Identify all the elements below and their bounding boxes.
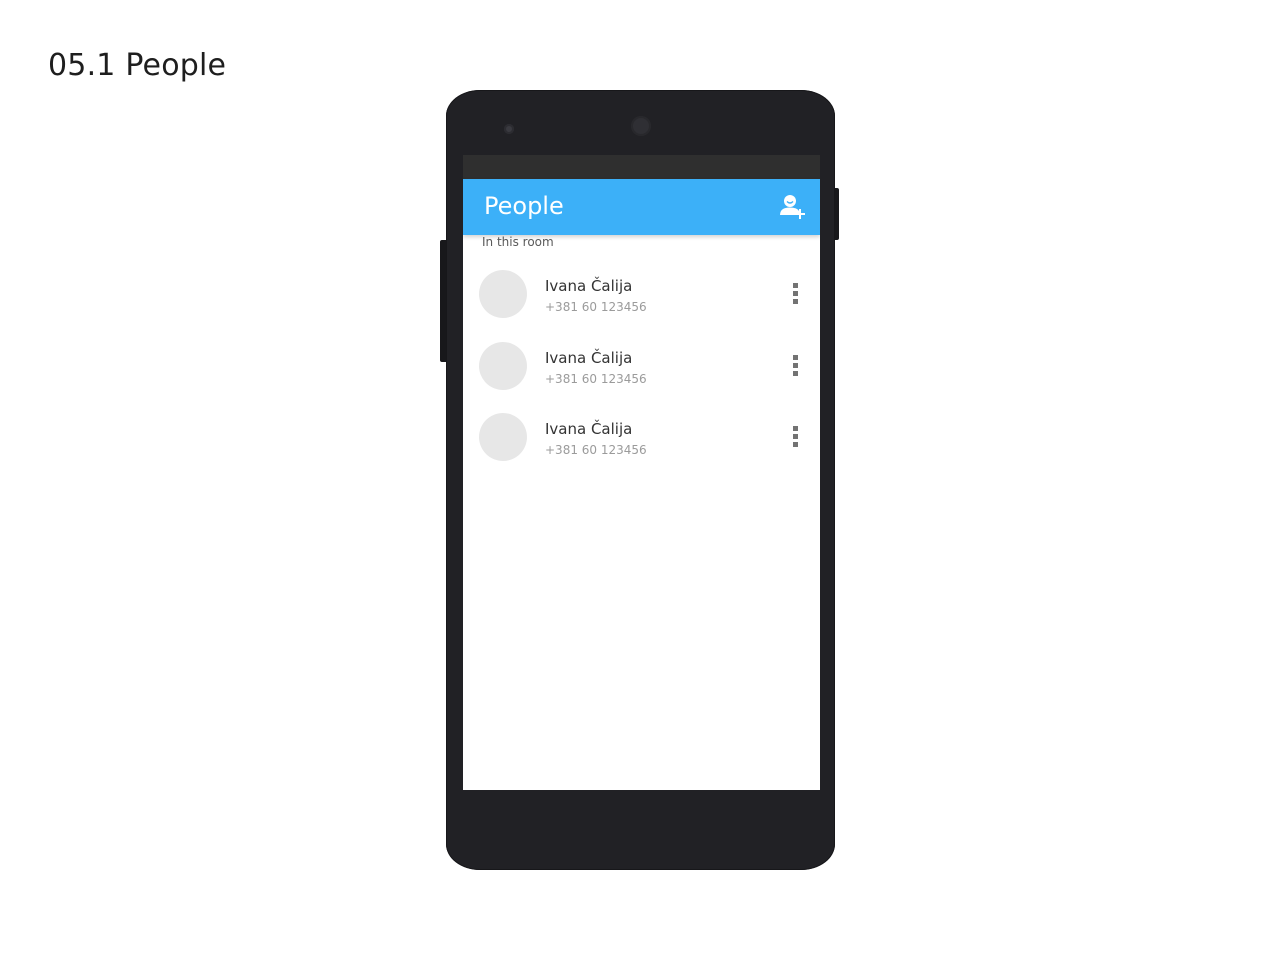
list-item[interactable]: Ivana Čalija +381 60 123456 [463,341,820,414]
app-bar-title: People [484,192,564,220]
person-phone: +381 60 123456 [545,371,647,386]
more-vert-icon[interactable] [790,354,802,379]
list-item[interactable]: Ivana Čalija +381 60 123456 [463,413,820,485]
person-phone: +381 60 123456 [545,300,647,314]
avatar [479,413,527,461]
list-item[interactable]: Ivana Čalija +381 60 123456 [463,270,820,342]
person-name: Ivana Čalija [545,348,633,367]
front-camera [631,116,651,136]
person-name: Ivana Čalija [545,420,633,438]
proximity-sensor [504,124,514,134]
avatar [479,341,527,390]
app-bar: People [463,179,820,235]
status-bar [463,155,820,179]
more-vert-icon[interactable] [790,283,802,307]
more-vert-icon[interactable] [790,426,802,450]
people-list: Ivana Čalija +381 60 123456 Ivana Čalija… [463,270,820,485]
phone-frame: People In this room Ivana Čalija +381 60… [446,90,835,870]
screen: People In this room Ivana Čalija +381 60… [463,155,820,790]
avatar [479,270,527,318]
person-name: Ivana Čalija [545,277,633,295]
frame-title: 05.1 People [48,48,227,83]
add-person-icon[interactable] [778,193,806,221]
person-phone: +381 60 123456 [545,443,647,457]
section-label: In this room [482,235,554,249]
